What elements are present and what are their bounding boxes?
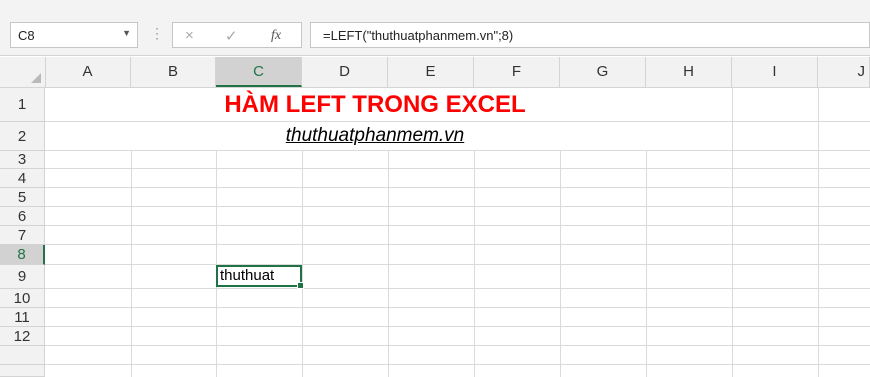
row-header-8[interactable]: 8 [0, 245, 45, 265]
grid-line [45, 288, 870, 289]
drag-handle-icon[interactable]: ⋮ [150, 25, 164, 42]
grid-line [45, 307, 870, 308]
name-box[interactable]: C8 ▼ [10, 22, 138, 48]
column-header-b[interactable]: B [131, 57, 216, 87]
column-header-e[interactable]: E [388, 57, 474, 87]
row-header-1[interactable]: 1 [0, 88, 45, 122]
row-header-10[interactable]: 10 [0, 289, 45, 308]
formula-text: =LEFT("thuthuatphanmem.vn";8) [323, 28, 514, 43]
grid-line [45, 326, 870, 327]
grid-line [45, 244, 870, 245]
grid-line [45, 150, 870, 151]
column-header-a[interactable]: A [45, 57, 131, 87]
row-header-13[interactable] [0, 346, 45, 365]
chevron-down-icon[interactable]: ▼ [122, 28, 131, 38]
row-header-11[interactable]: 11 [0, 308, 45, 327]
column-header-j[interactable]: J [818, 57, 870, 87]
column-header-f[interactable]: F [474, 57, 560, 87]
enter-icon[interactable]: ✓ [225, 27, 238, 45]
grid-line [818, 88, 819, 377]
cancel-icon[interactable]: × [185, 27, 194, 44]
row-header-6[interactable]: 6 [0, 207, 45, 226]
formula-buttons: × ✓ fx [172, 22, 302, 48]
grid-line [45, 225, 870, 226]
formula-bar: C8 ▼ ⋮ × ✓ fx =LEFT("thuthuatphanmem.vn"… [0, 0, 870, 56]
column-header-h[interactable]: H [646, 57, 732, 87]
row-header-7[interactable]: 7 [0, 226, 45, 245]
formula-input[interactable]: =LEFT("thuthuatphanmem.vn";8) [310, 22, 870, 48]
selected-cell-c8[interactable]: thuthuat [216, 265, 304, 289]
select-all-button[interactable] [0, 57, 46, 87]
column-header-i[interactable]: I [732, 57, 818, 87]
column-headers: A B C D E F G H I J [0, 57, 870, 88]
grid-line [45, 187, 870, 188]
row-header-4[interactable]: 4 [0, 169, 45, 188]
select-all-icon [31, 73, 41, 83]
row-header-12[interactable]: 12 [0, 327, 45, 346]
row-header-9[interactable]: 9 [0, 265, 45, 289]
grid-line [45, 345, 870, 346]
insert-function-icon[interactable]: fx [271, 28, 281, 44]
column-header-d[interactable]: D [302, 57, 388, 87]
cell-c8-value: thuthuat [220, 267, 275, 284]
row-header-5[interactable]: 5 [0, 188, 45, 207]
fill-handle[interactable] [297, 282, 304, 289]
subtitle-cell[interactable]: thuthuatphanmem.vn [45, 122, 705, 150]
grid-line [45, 264, 870, 265]
grid-line [732, 88, 733, 377]
grid-line [45, 206, 870, 207]
grid-line [45, 364, 870, 365]
row-header-14[interactable] [0, 365, 45, 377]
column-header-g[interactable]: G [560, 57, 646, 87]
column-header-c[interactable]: C [216, 57, 302, 87]
row-header-2[interactable]: 2 [0, 122, 45, 151]
grid-line [45, 168, 870, 169]
title-cell[interactable]: HÀM LEFT TRONG EXCEL [45, 88, 705, 121]
row-header-3[interactable]: 3 [0, 151, 45, 169]
name-box-value: C8 [18, 28, 35, 43]
